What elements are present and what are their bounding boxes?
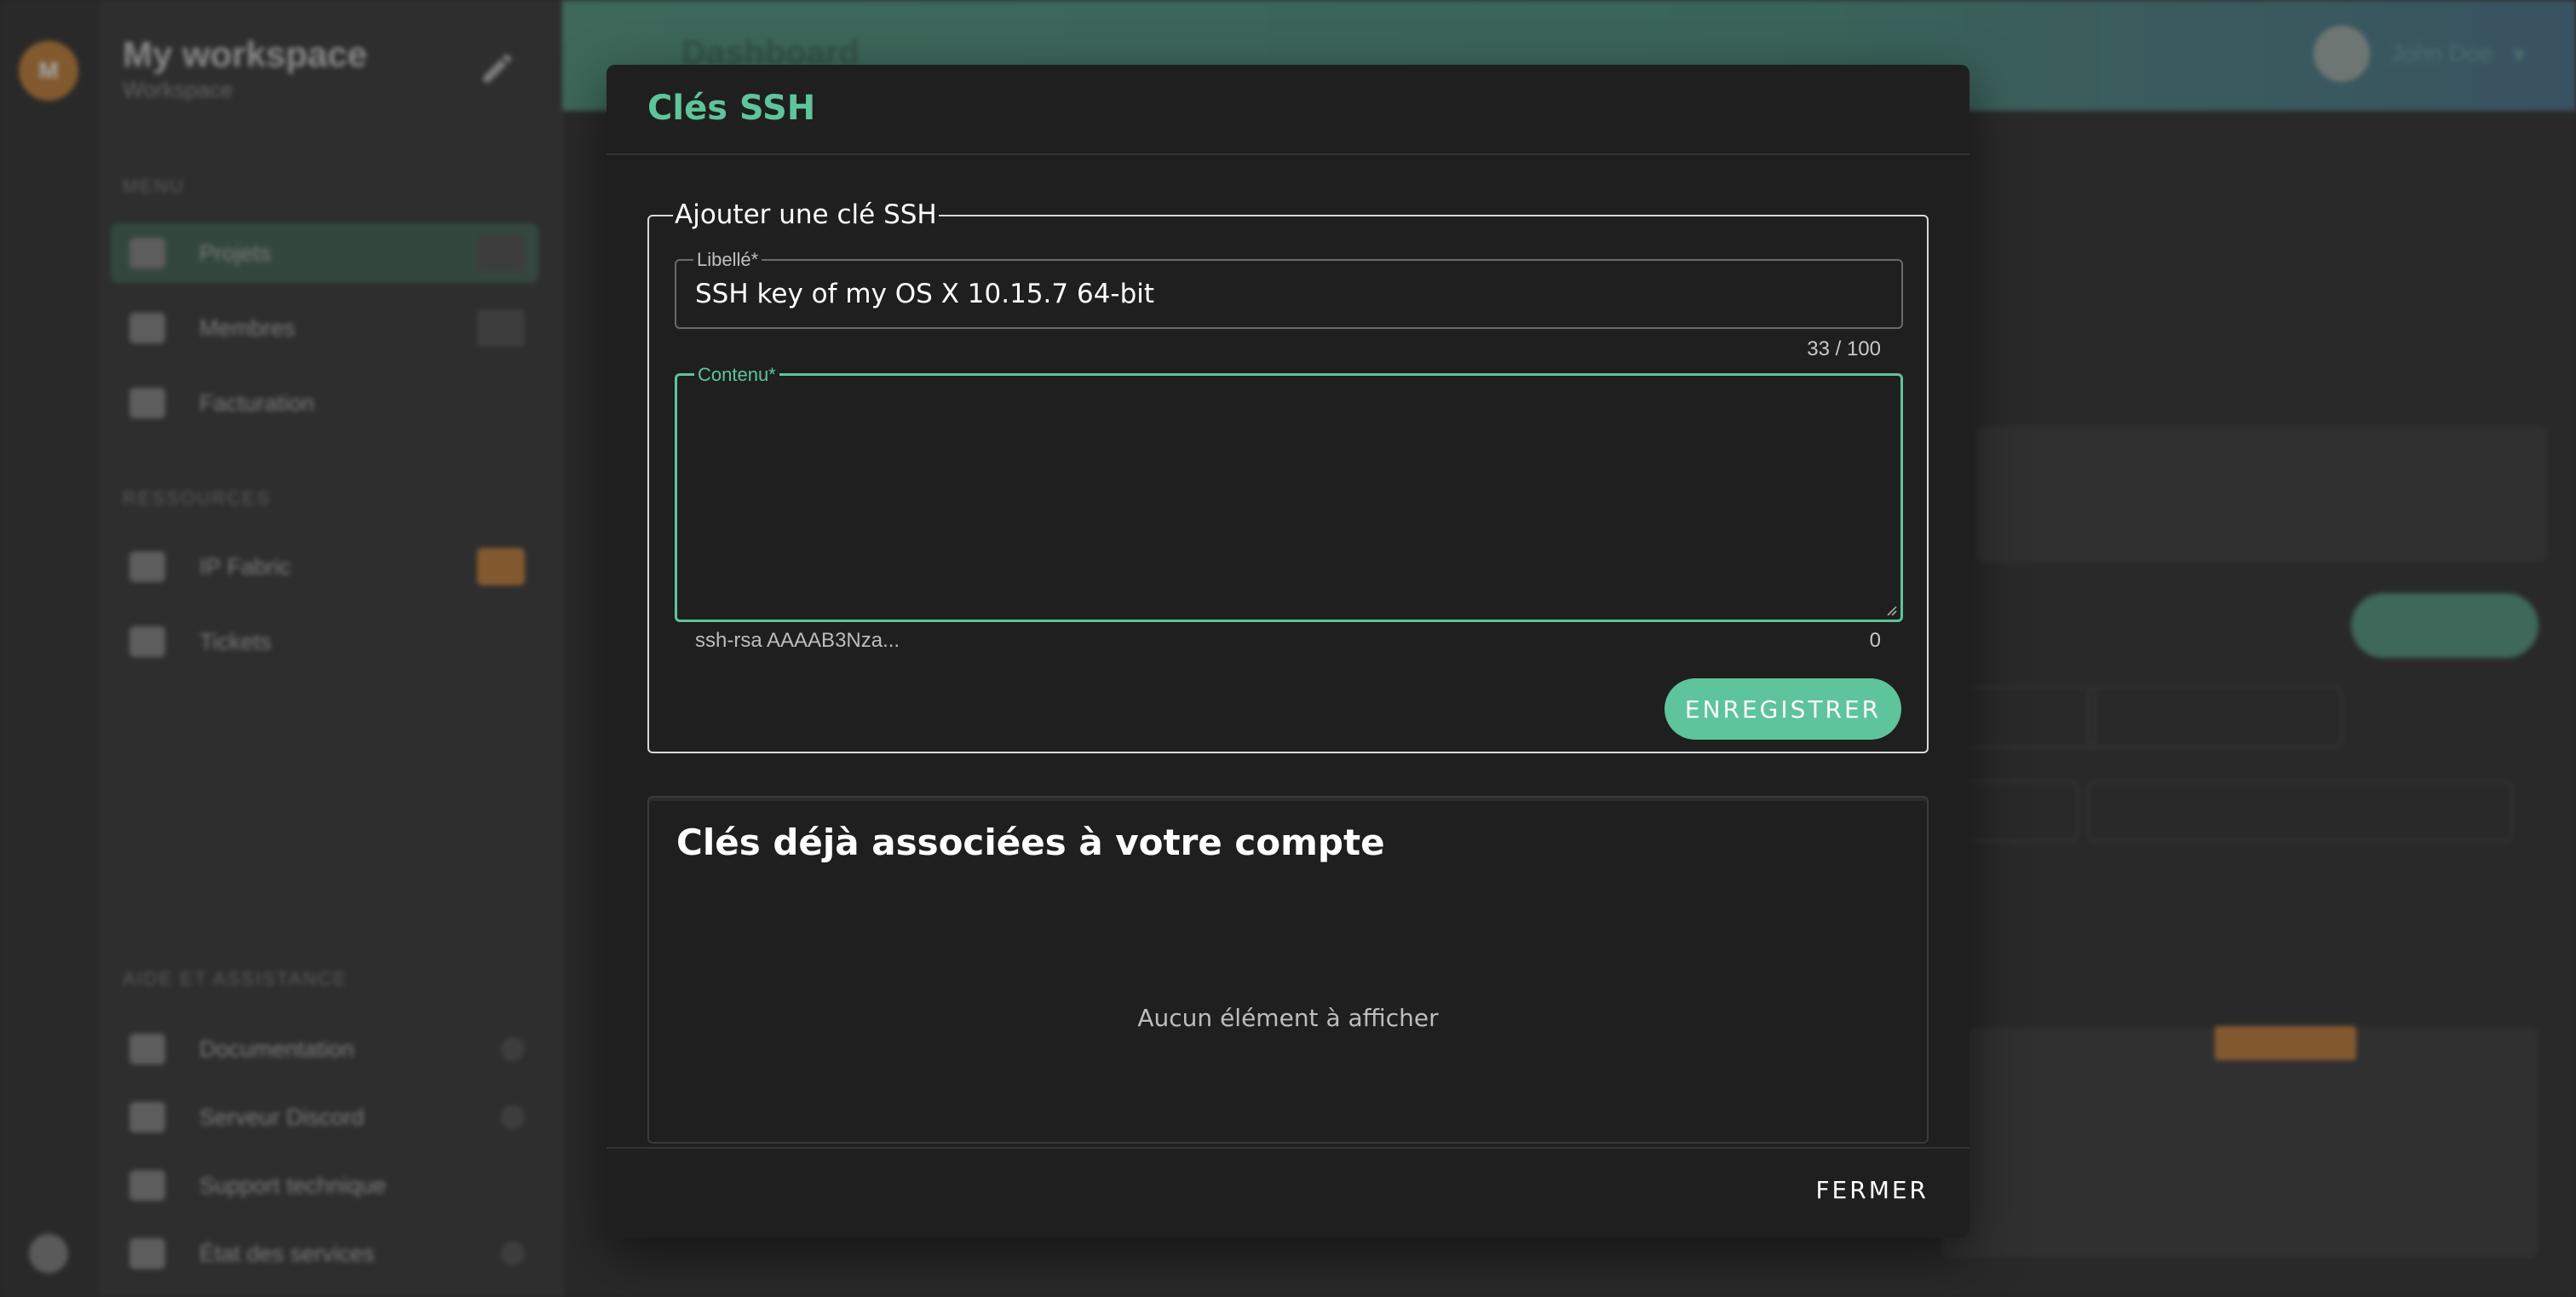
existing-keys-card: Clés déjà associées à votre compte Aucun… [647,796,1929,1144]
dialog-footer: FERMER [607,1147,1969,1237]
close-button[interactable]: FERMER [1815,1176,1929,1204]
dialog-header: Clés SSH [607,65,1969,155]
ssh-keys-dialog: Clés SSH Ajouter une clé SSH Libellé* 33… [607,65,1969,1237]
content-textarea[interactable] [693,396,1885,609]
resize-handle-icon[interactable] [1883,602,1897,616]
label-field-label: Libellé* [693,249,762,271]
content-field-label: Contenu* [694,364,779,386]
label-field[interactable]: Libellé* [675,249,1903,329]
label-input[interactable] [695,276,1871,312]
label-char-counter: 33 / 100 [1807,337,1881,360]
content-hint: ssh-rsa AAAAB3Nza... [695,629,900,652]
existing-keys-title: Clés déjà associées à votre compte [676,821,1385,863]
add-ssh-key-form: Ajouter une clé SSH Libellé* 33 / 100 Co… [647,199,1929,753]
save-button[interactable]: ENREGISTRER [1665,678,1901,740]
empty-state-message: Aucun élément à afficher [1137,1004,1439,1032]
content-char-counter: 0 [1869,629,1881,652]
content-field[interactable]: Contenu* [675,364,1903,622]
form-legend: Ajouter une clé SSH [673,199,939,230]
dialog-title: Clés SSH [647,89,816,128]
